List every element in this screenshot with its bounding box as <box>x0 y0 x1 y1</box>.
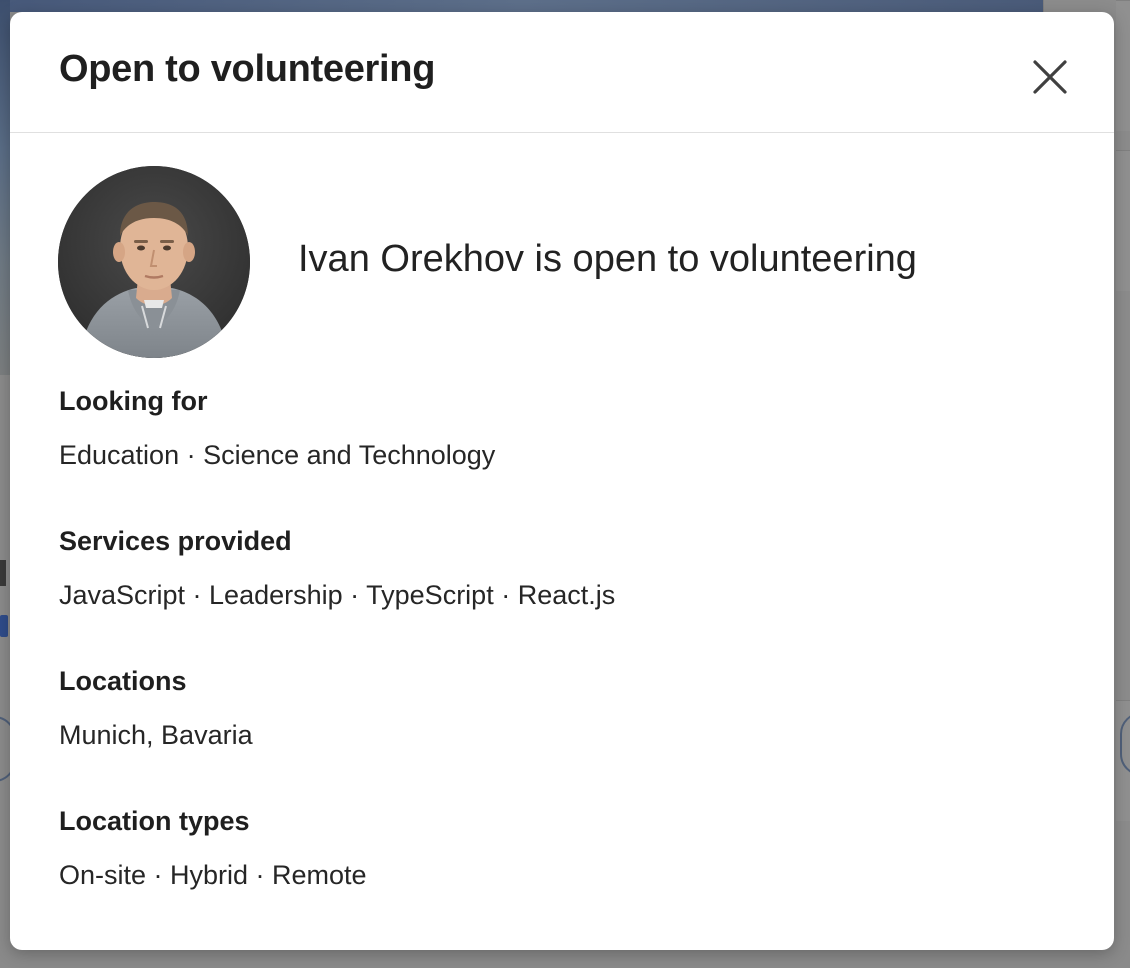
profile-summary: Ivan Orekhov is open to volunteering <box>58 166 1058 358</box>
section-value: On-site · Hybrid · Remote <box>59 860 367 890</box>
background-footer <box>0 950 1130 968</box>
looking-for-section: Looking for Education · Science and Tech… <box>59 384 1059 472</box>
services-provided-section: Services provided JavaScript · Leadershi… <box>59 524 1059 612</box>
background-photo <box>0 0 10 375</box>
open-to-volunteering-dialog: Open to volunteering Ivan Orekhov is ope… <box>10 12 1114 950</box>
section-heading: Looking for <box>59 386 208 416</box>
section-heading: Services provided <box>59 526 292 556</box>
section-heading: Locations <box>59 666 187 696</box>
locations-section: Locations Munich, Bavaria <box>59 664 1059 752</box>
background-link <box>0 615 8 637</box>
close-icon <box>1033 60 1067 94</box>
section-heading: Location types <box>59 806 250 836</box>
location-types-section: Location types On-site · Hybrid · Remote <box>59 804 1059 892</box>
dialog-title: Open to volunteering <box>59 48 436 90</box>
section-value: JavaScript · Leadership · TypeScript · R… <box>59 580 616 610</box>
profile-photo <box>58 166 250 358</box>
background-text <box>0 560 6 586</box>
close-button[interactable] <box>1020 47 1080 107</box>
dialog-header: Open to volunteering <box>10 12 1114 133</box>
avatar[interactable] <box>58 166 250 358</box>
open-to-volunteering-statement: Ivan Orekhov is open to volunteering <box>298 238 917 280</box>
section-value: Education · Science and Technology <box>59 440 496 470</box>
background-cover-image <box>0 0 1045 12</box>
background-card <box>1116 150 1130 291</box>
background-card <box>1116 0 1130 131</box>
section-value: Munich, Bavaria <box>59 720 253 750</box>
